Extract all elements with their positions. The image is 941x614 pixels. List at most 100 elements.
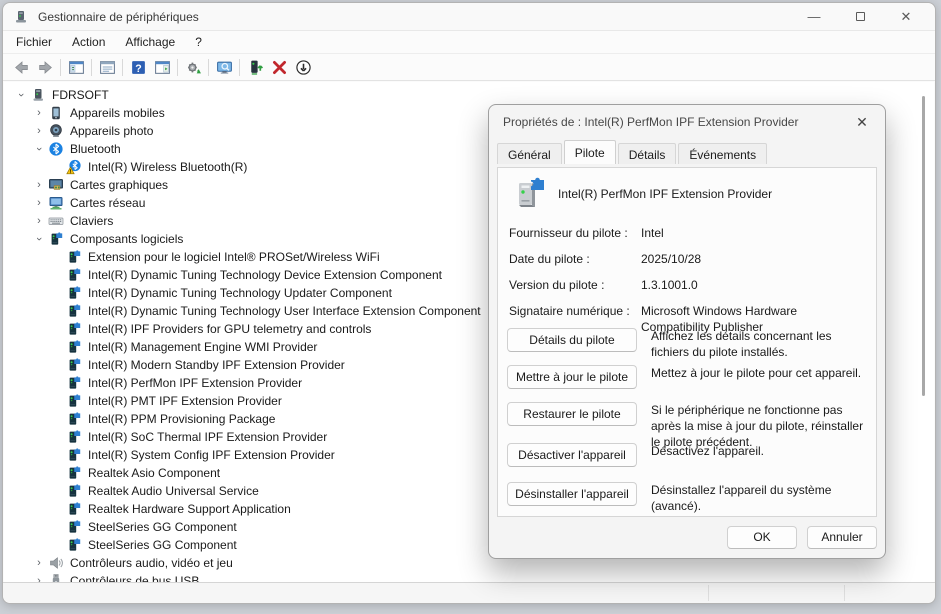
- driver-field: Date du pilote :2025/10/28: [509, 251, 866, 267]
- tab-evenements[interactable]: Événements: [678, 143, 767, 164]
- tree-item[interactable]: ›FDRSOFT: [4, 86, 934, 104]
- svg-text:?: ?: [135, 62, 141, 74]
- desinstaller-l-appareil-button[interactable]: Désinstaller l'appareil: [507, 482, 637, 506]
- software-component-icon: [66, 303, 82, 319]
- network-adapter-icon: [48, 195, 64, 211]
- software-component-icon: [66, 285, 82, 301]
- usb-controller-icon: [48, 573, 64, 582]
- tree-item-label: Intel(R) Wireless Bluetooth(R): [88, 160, 247, 174]
- chevron-right-icon[interactable]: ›: [30, 215, 48, 227]
- console-tree-icon[interactable]: [64, 56, 88, 78]
- computer-icon: [30, 87, 46, 103]
- toolbar-separator: [208, 59, 209, 76]
- window-title: Gestionnaire de périphériques: [38, 10, 199, 24]
- chevron-down-icon[interactable]: ›: [30, 233, 48, 245]
- scan-hardware-icon[interactable]: [212, 56, 236, 78]
- device-name: Intel(R) PerfMon IPF Extension Provider: [558, 187, 772, 201]
- toolbar-separator: [91, 59, 92, 76]
- statusbar-separator: [708, 585, 709, 601]
- tree-item-label: Extension pour le logiciel Intel® PROSet…: [88, 250, 380, 264]
- tab-details[interactable]: Détails: [618, 143, 677, 164]
- driver-action-row: Mettre à jour le pilote Mettez à jour le …: [507, 365, 866, 389]
- chevron-down-icon[interactable]: ›: [30, 143, 48, 155]
- software-component-icon: [66, 537, 82, 553]
- toolbar-separator: [122, 59, 123, 76]
- software-component-icon: [66, 501, 82, 517]
- vertical-scrollbar[interactable]: [922, 96, 925, 396]
- properties-dialog: Propriétés de : Intel(R) PerfMon IPF Ext…: [488, 104, 886, 559]
- menu-affichage[interactable]: Affichage: [115, 32, 185, 52]
- mettre-a-jour-le-pilote-button[interactable]: Mettre à jour le pilote: [507, 365, 637, 389]
- tree-item-label: Intel(R) PMT IPF Extension Provider: [88, 394, 282, 408]
- forward-icon[interactable]: [33, 56, 57, 78]
- chevron-right-icon[interactable]: ›: [30, 197, 48, 209]
- ok-button[interactable]: OK: [727, 526, 797, 549]
- tree-item-label: Contrôleurs de bus USB: [70, 574, 199, 582]
- software-component-icon: [48, 231, 64, 247]
- tree-item-label: SteelSeries GG Component: [88, 538, 237, 552]
- menu-fichier[interactable]: Fichier: [6, 32, 62, 52]
- software-component-icon: [66, 411, 82, 427]
- action-description: Affichez les détails concernant les fich…: [651, 328, 866, 360]
- toolbar-separator: [60, 59, 61, 76]
- software-component-icon: [66, 429, 82, 445]
- tree-item-label: Intel(R) PerfMon IPF Extension Provider: [88, 376, 302, 390]
- close-icon[interactable]: ✕: [853, 114, 871, 131]
- chevron-right-icon[interactable]: ›: [30, 107, 48, 119]
- update-driver-icon[interactable]: [181, 56, 205, 78]
- chevron-right-icon[interactable]: ›: [30, 575, 48, 582]
- maximize-button[interactable]: [837, 3, 883, 30]
- dialog-titlebar[interactable]: Propriétés de : Intel(R) PerfMon IPF Ext…: [489, 105, 885, 139]
- tree-item-label: Composants logiciels: [70, 232, 183, 246]
- action-description: Désactivez l'appareil.: [651, 443, 764, 459]
- tree-item-label: Realtek Asio Component: [88, 466, 220, 480]
- software-component-icon: [66, 249, 82, 265]
- restaurer-le-pilote-button[interactable]: Restaurer le pilote: [507, 402, 637, 426]
- minimize-button[interactable]: —: [791, 3, 837, 30]
- desactiver-l-appareil-button[interactable]: Désactiver l'appareil: [507, 443, 637, 467]
- menu-?[interactable]: ?: [185, 32, 212, 52]
- bluetooth-icon: [48, 141, 64, 157]
- help-icon[interactable]: ?: [126, 56, 150, 78]
- tree-item-label: Bluetooth: [70, 142, 121, 156]
- tab-strip: GénéralPiloteDétailsÉvénements: [489, 139, 885, 163]
- dialog-footer: OK Annuler: [489, 516, 885, 558]
- properties-icon[interactable]: [95, 56, 119, 78]
- driver-device-icon: [510, 176, 546, 212]
- tree-item-label: Intel(R) Management Engine WMI Provider: [88, 340, 317, 354]
- software-component-icon: [66, 375, 82, 391]
- tree-item[interactable]: › Contrôleurs de bus USB: [4, 572, 934, 582]
- menu-action[interactable]: Action: [62, 32, 115, 52]
- chevron-right-icon[interactable]: ›: [30, 179, 48, 191]
- uninstall-icon[interactable]: [267, 56, 291, 78]
- action-pane-icon[interactable]: [150, 56, 174, 78]
- cancel-button[interactable]: Annuler: [807, 526, 877, 549]
- audio-controller-icon: [48, 555, 64, 571]
- tab-general[interactable]: Général: [497, 143, 562, 164]
- action-description: Mettez à jour le pilote pour cet apparei…: [651, 365, 861, 381]
- chevron-down-icon[interactable]: ›: [12, 89, 30, 101]
- tree-item-label: Intel(R) PPM Provisioning Package: [88, 412, 275, 426]
- tree-item-label: Intel(R) SoC Thermal IPF Extension Provi…: [88, 430, 327, 444]
- tree-item-label: Intel(R) Modern Standby IPF Extension Pr…: [88, 358, 345, 372]
- driver-action-row: Détails du pilote Affichez les détails co…: [507, 328, 866, 360]
- driver-update-icon[interactable]: [243, 56, 267, 78]
- driver-action-row: Désinstaller l'appareilDésinstallez l'ap…: [507, 482, 866, 514]
- details-du-pilote-button[interactable]: Détails du pilote: [507, 328, 637, 352]
- driver-action-row: Désactiver l'appareil Désactivez l'appare…: [507, 443, 866, 467]
- titlebar[interactable]: Gestionnaire de périphériques — ✕: [3, 3, 935, 30]
- tree-item-label: Contrôleurs audio, vidéo et jeu: [70, 556, 233, 570]
- device-manager-icon: [13, 9, 29, 25]
- back-icon[interactable]: [9, 56, 33, 78]
- bluetooth-warning-icon: [66, 159, 82, 175]
- chevron-right-icon[interactable]: ›: [30, 557, 48, 569]
- close-button[interactable]: ✕: [883, 3, 929, 30]
- disable-icon[interactable]: [291, 56, 315, 78]
- tab-pilote[interactable]: Pilote: [564, 140, 616, 164]
- field-label: Fournisseur du pilote :: [509, 225, 641, 241]
- chevron-right-icon[interactable]: ›: [30, 125, 48, 137]
- tree-item-label: Intel(R) Dynamic Tuning Technology Updat…: [88, 286, 392, 300]
- field-value: 2025/10/28: [641, 251, 866, 267]
- software-component-icon: [66, 357, 82, 373]
- tree-item-label: Appareils photo: [70, 124, 153, 138]
